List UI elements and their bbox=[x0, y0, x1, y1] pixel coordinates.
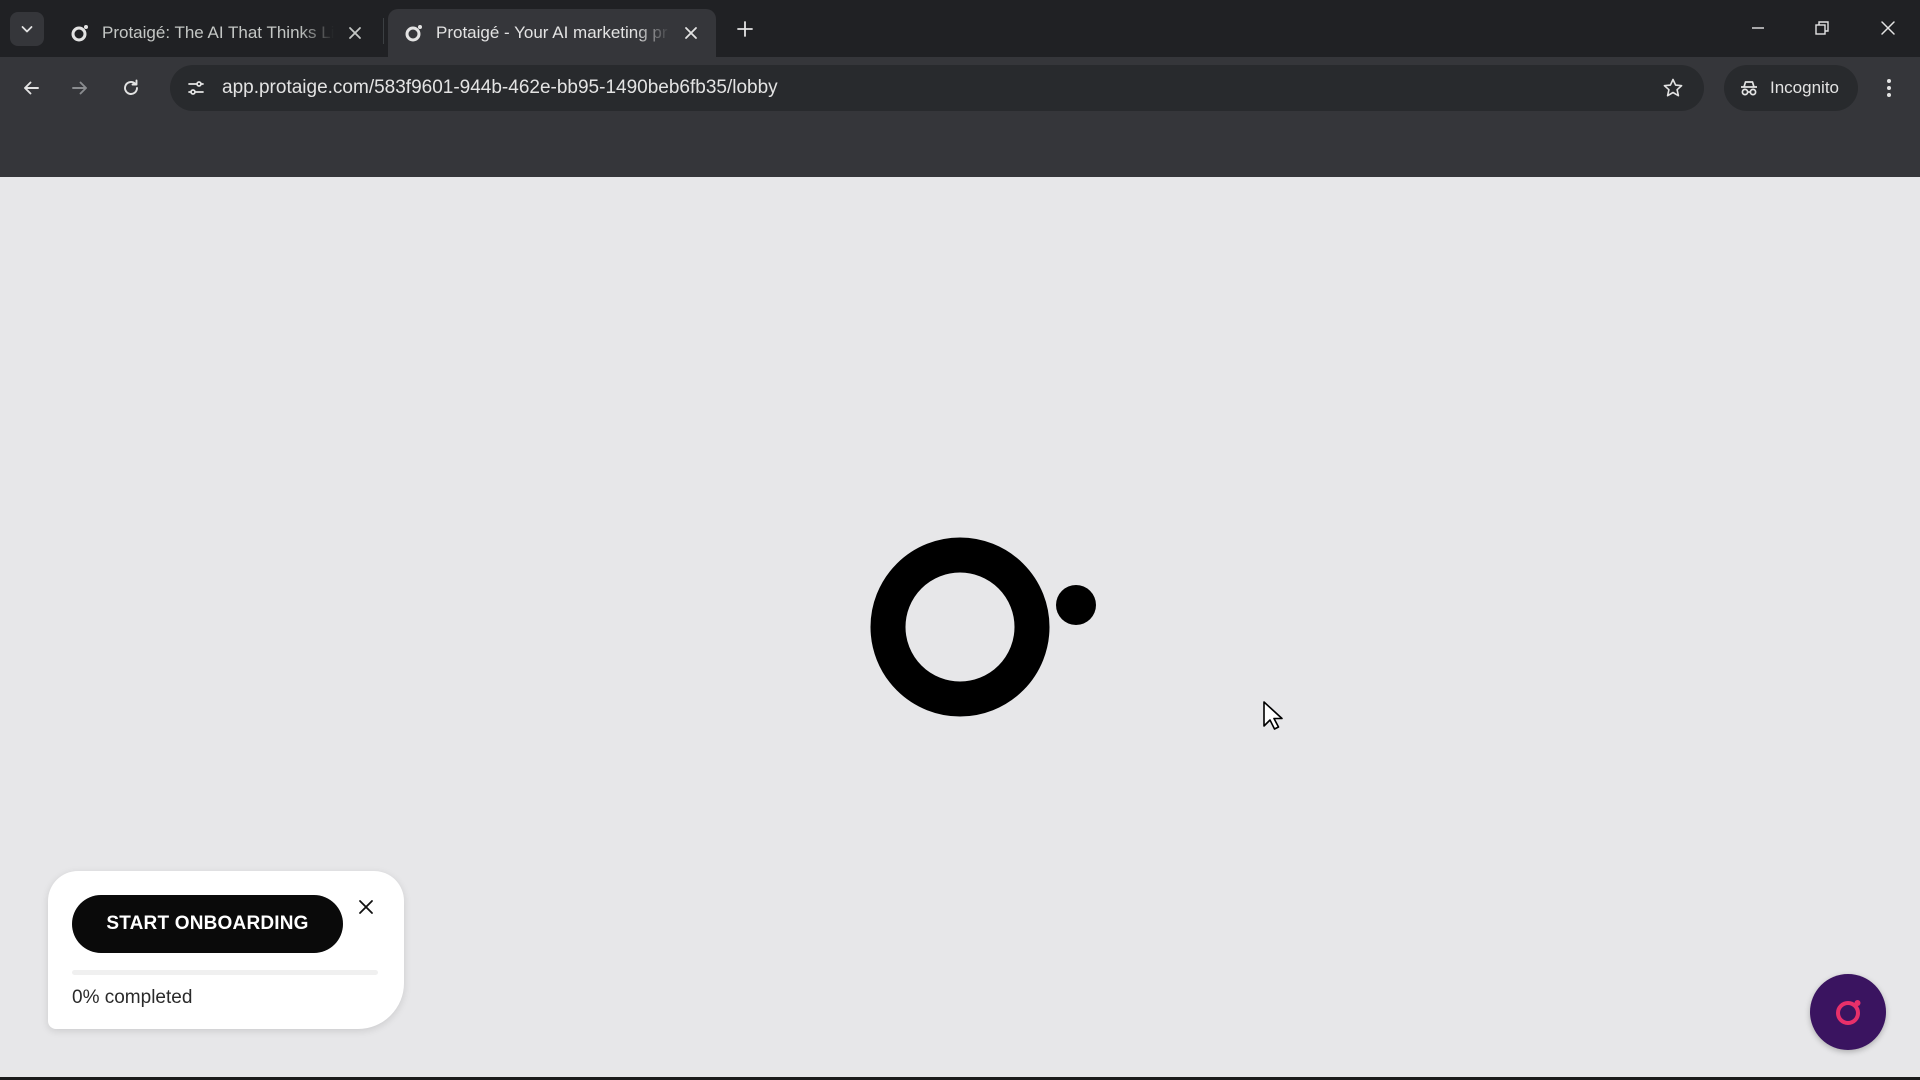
tab-title: Protaigé: The AI That Thinks Lik bbox=[102, 23, 334, 42]
new-tab-button[interactable] bbox=[730, 14, 760, 44]
tab-close-button[interactable] bbox=[344, 22, 366, 44]
tab-strip: Protaigé: The AI That Thinks Lik Protaig… bbox=[0, 0, 1920, 57]
onboarding-progress-text: 0% completed bbox=[72, 987, 193, 1008]
url-text[interactable]: app.protaige.com/583f9601-944b-462e-bb95… bbox=[222, 77, 778, 99]
site-info-button[interactable] bbox=[178, 70, 214, 106]
tab-divider bbox=[383, 18, 384, 44]
incognito-label: Incognito bbox=[1770, 78, 1839, 97]
reload-icon bbox=[124, 79, 138, 95]
onboarding-close-button[interactable] bbox=[354, 895, 378, 919]
reload-button[interactable] bbox=[114, 71, 148, 105]
kebab-menu-icon bbox=[1887, 79, 1891, 97]
close-icon bbox=[359, 900, 373, 914]
tab-protaige-lobby[interactable]: Protaigé - Your AI marketing pr bbox=[388, 9, 716, 57]
close-icon bbox=[685, 27, 697, 39]
mouse-cursor-icon bbox=[1263, 701, 1283, 730]
tab-title: Protaigé - Your AI marketing pr bbox=[436, 23, 668, 42]
page-content: START ONBOARDING 0% completed bbox=[0, 177, 1920, 1080]
protaige-logo-loader bbox=[870, 537, 1096, 717]
minimize-icon bbox=[1752, 27, 1764, 29]
tab-protaige-home[interactable]: Protaigé: The AI That Thinks Lik bbox=[54, 9, 380, 57]
forward-button[interactable] bbox=[63, 71, 97, 105]
close-icon bbox=[349, 27, 361, 39]
protaige-favicon bbox=[405, 25, 422, 42]
tab-search-button[interactable] bbox=[10, 12, 44, 46]
chat-launcher-button[interactable] bbox=[1810, 974, 1886, 1050]
onboarding-widget: START ONBOARDING 0% completed bbox=[48, 871, 404, 1029]
close-window-button[interactable] bbox=[1868, 10, 1908, 46]
browser-menu-button[interactable] bbox=[1874, 71, 1904, 105]
onboarding-progress-bar bbox=[72, 970, 378, 975]
close-icon bbox=[1881, 21, 1895, 35]
arrow-left-icon bbox=[24, 81, 39, 95]
start-onboarding-button[interactable]: START ONBOARDING bbox=[72, 895, 343, 953]
bookmark-button[interactable] bbox=[1658, 73, 1688, 103]
restore-icon bbox=[1815, 21, 1829, 35]
protaige-favicon bbox=[71, 25, 88, 42]
chat-icon bbox=[1836, 1000, 1861, 1025]
browser-toolbar: app.protaige.com/583f9601-944b-462e-bb95… bbox=[0, 57, 1920, 177]
back-button[interactable] bbox=[14, 71, 48, 105]
chevron-down-icon bbox=[21, 26, 33, 33]
browser-window: Protaigé: The AI That Thinks Lik Protaig… bbox=[0, 0, 1920, 1080]
incognito-indicator[interactable]: Incognito bbox=[1724, 65, 1858, 111]
address-bar[interactable]: app.protaige.com/583f9601-944b-462e-bb95… bbox=[170, 65, 1704, 111]
arrow-right-icon bbox=[72, 81, 87, 95]
plus-icon bbox=[737, 21, 753, 37]
restore-button[interactable] bbox=[1802, 10, 1842, 46]
tab-close-button[interactable] bbox=[680, 22, 702, 44]
star-icon bbox=[1663, 78, 1683, 97]
tune-icon bbox=[188, 81, 204, 95]
incognito-icon bbox=[1741, 81, 1757, 96]
minimize-button[interactable] bbox=[1738, 10, 1778, 46]
